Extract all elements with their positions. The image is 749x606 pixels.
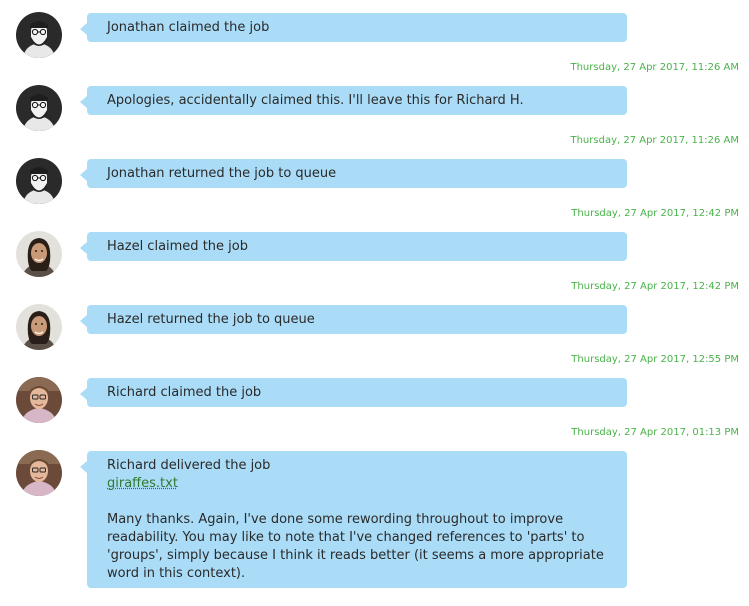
message-timestamp: Thursday, 27 Apr 2017, 12:42 PM bbox=[571, 281, 739, 292]
message-bubble: Jonathan claimed the job bbox=[80, 13, 627, 42]
avatar-hazel-icon bbox=[16, 304, 62, 350]
avatar-jonathan-icon bbox=[16, 158, 62, 204]
attachment-link[interactable]: giraffes.txt bbox=[107, 475, 178, 493]
message-text: Apologies, accidentally claimed this. I'… bbox=[107, 93, 524, 108]
message-note: Many thanks. Again, I've done some rewor… bbox=[107, 512, 604, 581]
message-bubble: Apologies, accidentally claimed this. I'… bbox=[80, 86, 627, 115]
message-timestamp: Thursday, 27 Apr 2017, 12:55 PM bbox=[571, 354, 739, 365]
message-bubble: Jonathan returned the job to queue bbox=[80, 159, 627, 188]
avatar-hazel-icon bbox=[16, 231, 62, 277]
avatar-jonathan bbox=[16, 85, 62, 131]
message-text: Jonathan claimed the job bbox=[107, 20, 270, 35]
avatar-jonathan-icon bbox=[16, 85, 62, 131]
activity-feed: Jonathan claimed the job Thursday, 27 Ap… bbox=[0, 0, 749, 606]
message-bubble: Hazel returned the job to queue bbox=[80, 305, 627, 334]
message-text: Hazel returned the job to queue bbox=[107, 312, 315, 327]
message-timestamp: Thursday, 27 Apr 2017, 12:42 PM bbox=[571, 208, 739, 219]
message-bubble: Richard delivered the job giraffes.txt M… bbox=[80, 451, 627, 588]
message-text: Richard claimed the job bbox=[107, 385, 262, 400]
avatar-jonathan bbox=[16, 12, 62, 58]
message-text: Richard delivered the job bbox=[107, 458, 271, 473]
message-bubble: Richard claimed the job bbox=[80, 378, 627, 407]
avatar-richard bbox=[16, 377, 62, 423]
message-timestamp: Thursday, 27 Apr 2017, 11:26 AM bbox=[570, 62, 739, 73]
avatar-hazel bbox=[16, 304, 62, 350]
avatar-richard-icon bbox=[16, 450, 62, 496]
avatar-richard-icon bbox=[16, 377, 62, 423]
message-timestamp: Thursday, 27 Apr 2017, 01:13 PM bbox=[571, 427, 739, 438]
message-bubble: Hazel claimed the job bbox=[80, 232, 627, 261]
message-text: Jonathan returned the job to queue bbox=[107, 166, 337, 181]
avatar-jonathan bbox=[16, 158, 62, 204]
message-text: Hazel claimed the job bbox=[107, 239, 248, 254]
avatar-hazel bbox=[16, 231, 62, 277]
avatar-richard bbox=[16, 450, 62, 496]
avatar-jonathan-icon bbox=[16, 12, 62, 58]
message-timestamp: Thursday, 27 Apr 2017, 11:26 AM bbox=[570, 135, 739, 146]
